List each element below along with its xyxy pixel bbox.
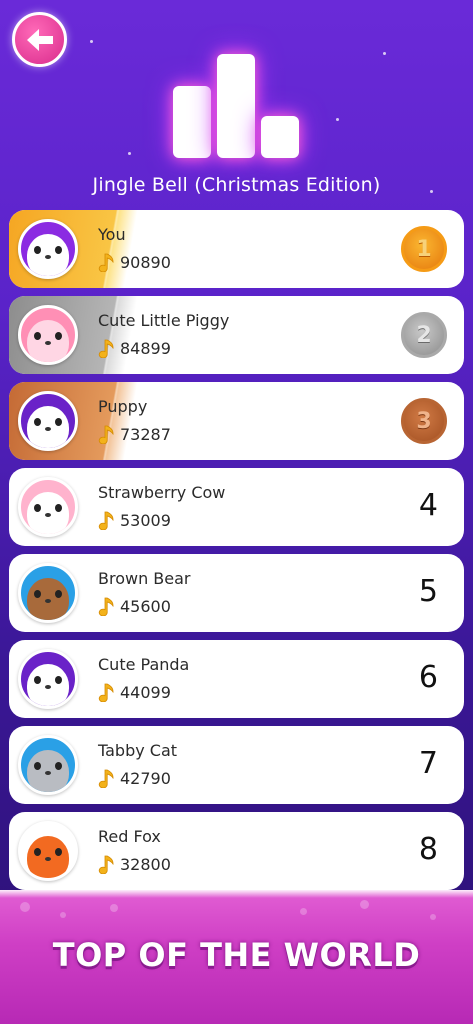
score-line: 32800 [98,854,171,874]
player-score: 44099 [120,682,171,702]
leaderboard-row[interactable]: Cute Little Piggy 84899 2 [9,296,464,374]
music-note-icon [98,769,114,788]
footer-title: TOP OF THE WORLD [52,936,421,974]
avatar [18,563,78,623]
music-note-icon [98,683,114,702]
rank-number: 8 [418,832,438,867]
avatar [18,219,78,279]
player-name: Red Fox [98,827,161,846]
music-note-icon [98,253,114,272]
rank-number: 7 [418,746,438,781]
score-line: 42790 [98,768,171,788]
avatar [18,477,78,537]
leaderboard-row[interactable]: Strawberry Cow 53009 4 [9,468,464,546]
footer-banner: TOP OF THE WORLD [0,890,473,1024]
leaderboard-list: You 90890 1 Cute Little Piggy 84899 2 Puppy 732… [9,210,464,898]
avatar [18,391,78,451]
sparkle [336,118,339,121]
sparkle [90,40,93,43]
sparkle [383,52,386,55]
avatar [18,649,78,709]
player-score: 53009 [120,510,171,530]
gold-medal-icon: 1 [401,226,447,272]
song-title: Jingle Bell (Christmas Edition) [92,174,381,196]
player-score: 84899 [120,338,171,358]
score-line: 84899 [98,338,171,358]
leaderboard-row[interactable]: You 90890 1 [9,210,464,288]
rank-number: 6 [418,660,438,695]
music-note-icon [98,511,114,530]
back-button[interactable] [12,12,67,67]
avatar [18,821,78,881]
leaderboard-row[interactable]: Puppy 73287 3 [9,382,464,460]
silver-medal-icon: 2 [401,312,447,358]
sparkle [128,152,131,155]
music-note-icon [98,597,114,616]
score-line: 53009 [98,510,171,530]
avatar [18,735,78,795]
player-score: 90890 [120,252,171,272]
leaderboard-row[interactable]: Tabby Cat 42790 7 [9,726,464,804]
player-score: 73287 [120,424,171,444]
leaderboard-row[interactable]: Brown Bear 45600 5 [9,554,464,632]
player-name: Tabby Cat [98,741,178,760]
score-line: 90890 [98,252,171,272]
player-name: Puppy [98,397,148,416]
player-name: Cute Little Piggy [98,311,230,330]
score-line: 44099 [98,682,171,702]
player-score: 45600 [120,596,171,616]
player-name: You [98,225,126,244]
rank-number: 5 [418,574,438,609]
player-name: Strawberry Cow [98,483,226,502]
music-note-icon [98,339,114,358]
score-line: 73287 [98,424,171,444]
back-arrow-icon [26,28,53,51]
avatar [18,305,78,365]
leaderboard-row[interactable]: Red Fox 32800 8 [9,812,464,890]
score-line: 45600 [98,596,171,616]
music-note-icon [98,855,114,874]
leaderboard-chart-icon [173,54,299,158]
rank-number: 4 [418,488,438,523]
music-note-icon [98,425,114,444]
player-score: 42790 [120,768,171,788]
player-name: Cute Panda [98,655,190,674]
bronze-medal-icon: 3 [401,398,447,444]
player-score: 32800 [120,854,171,874]
leaderboard-row[interactable]: Cute Panda 44099 6 [9,640,464,718]
player-name: Brown Bear [98,569,191,588]
